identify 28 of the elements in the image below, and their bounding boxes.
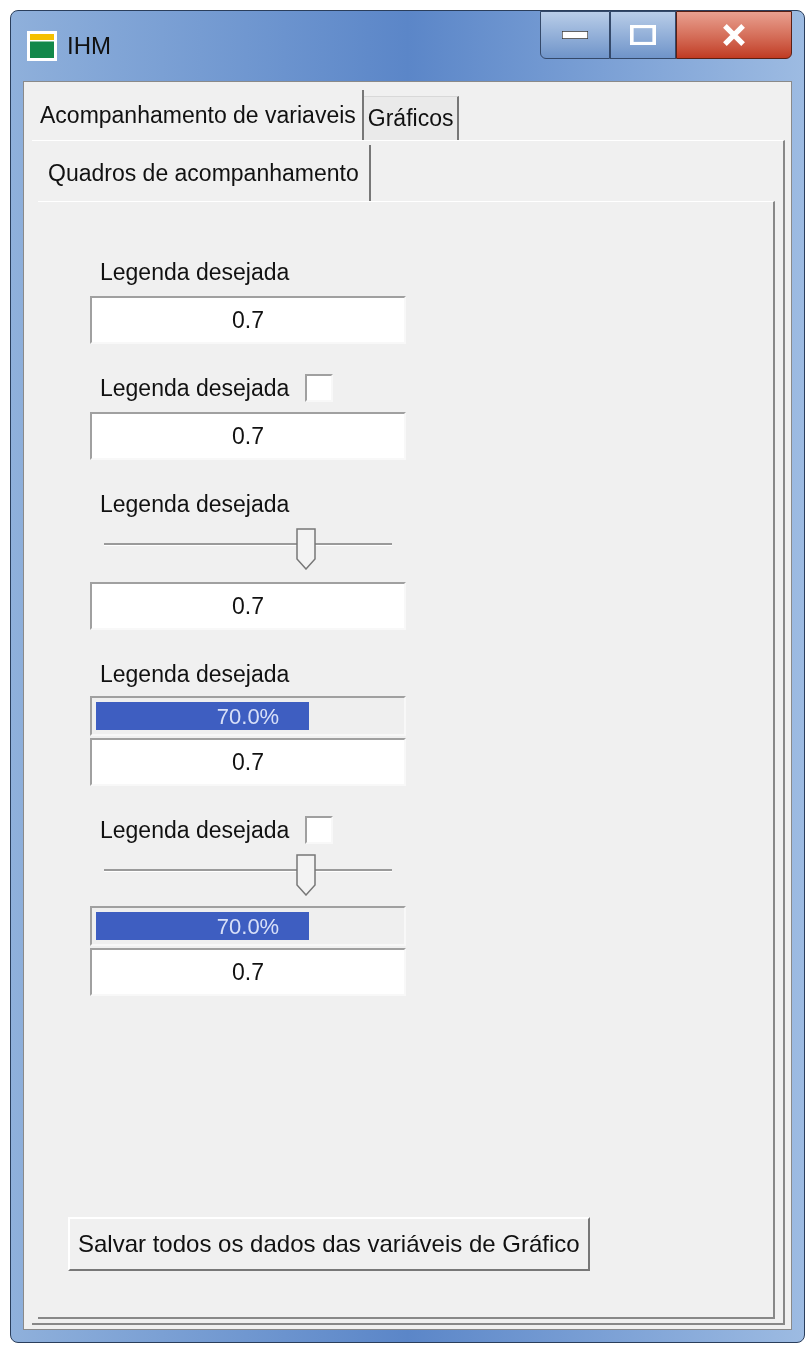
field-label: Legenda desejada [100, 815, 290, 845]
field-label: Legenda desejada [100, 257, 290, 287]
minimize-button[interactable] [540, 11, 610, 59]
slider-thumb[interactable] [294, 528, 317, 570]
maximize-button[interactable] [610, 11, 676, 59]
slider[interactable] [104, 854, 392, 898]
field-label: Legenda desejada [100, 659, 290, 689]
value-field[interactable]: 0.7 [90, 296, 406, 344]
progress-reading: 70.0% [215, 702, 281, 731]
window-title: IHM [67, 31, 111, 61]
slider[interactable] [104, 528, 392, 572]
value-field[interactable]: 0.7 [90, 738, 406, 786]
close-icon [721, 22, 747, 48]
progress-reading: 70.0% [215, 912, 281, 941]
slider-thumb[interactable] [294, 854, 317, 896]
checkbox[interactable] [305, 374, 334, 402]
save-button[interactable]: Salvar todos os dados das variáveis de Gráfico [68, 1217, 590, 1271]
value-field[interactable]: 0.7 [90, 948, 406, 996]
tab[interactable]: Gráficos [363, 96, 460, 140]
close-button[interactable] [676, 11, 792, 59]
app-logo-icon [27, 31, 57, 61]
checkbox[interactable] [305, 816, 334, 844]
value-field[interactable]: 0.7 [90, 412, 406, 460]
maximize-icon [630, 25, 656, 45]
minimize-icon [562, 31, 588, 39]
field-label: Legenda desejada [100, 489, 290, 519]
field-label: Legenda desejada [100, 373, 290, 403]
value-field[interactable]: 0.7 [90, 582, 406, 630]
